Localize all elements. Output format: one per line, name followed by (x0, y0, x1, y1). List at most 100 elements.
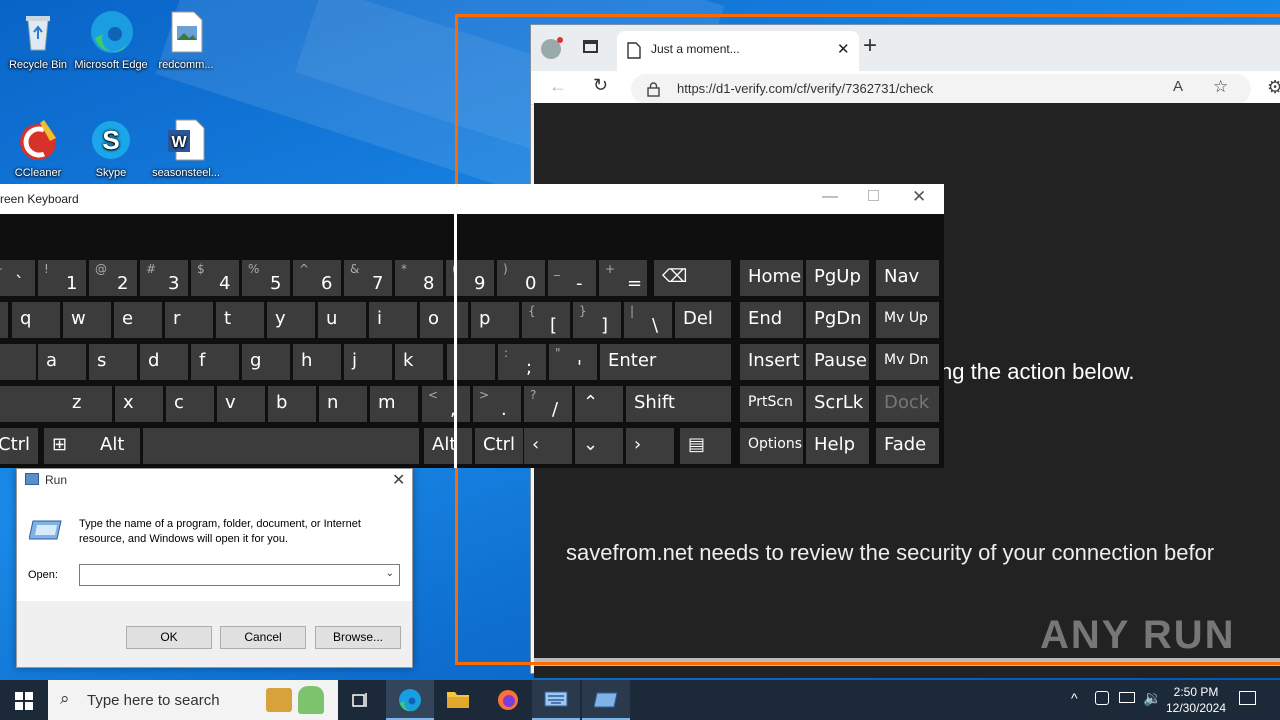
key-u[interactable]: u (318, 302, 366, 338)
key-m[interactable]: m (370, 386, 418, 422)
cancel-button[interactable]: Cancel (220, 626, 306, 649)
maximize-icon[interactable] (868, 190, 879, 201)
key-y[interactable]: y (267, 302, 315, 338)
close-icon[interactable]: ✕ (912, 187, 926, 207)
key-windows[interactable]: ⊞ (44, 428, 92, 464)
key-menu[interactable]: ▤ (680, 428, 731, 464)
key-;[interactable]: :; (498, 344, 546, 380)
task-view-button[interactable] (337, 680, 385, 720)
security-center-icon[interactable] (1095, 691, 1109, 705)
key-g[interactable]: g (242, 344, 290, 380)
show-hidden-icons-icon[interactable]: ^ (1071, 690, 1078, 706)
key-ctrl-left[interactable]: Ctrl (0, 428, 38, 464)
key-down-arrow[interactable]: ⌄ (575, 428, 623, 464)
open-combobox[interactable]: ⌄ (79, 564, 400, 586)
taskbar-osk-button[interactable] (532, 680, 580, 720)
key-2[interactable]: @2 (89, 260, 137, 296)
key-.[interactable]: >. (473, 386, 521, 422)
key-7[interactable]: & 7 (344, 260, 392, 296)
taskbar-firefox-button[interactable] (484, 680, 532, 720)
key-][interactable]: }] (573, 302, 621, 338)
key-backspace[interactable]: ⌫ (654, 260, 731, 296)
key-0[interactable]: ) 0 (497, 260, 545, 296)
key-i[interactable]: i (369, 302, 417, 338)
key-d[interactable]: d (140, 344, 188, 380)
key-pgdn[interactable]: PgDn (806, 302, 869, 338)
taskbar-edge-button[interactable] (386, 680, 434, 720)
key-a[interactable]: a (38, 344, 86, 380)
ok-button[interactable]: OK (126, 626, 212, 649)
key-b[interactable]: b (268, 386, 316, 422)
key-caps[interactable] (0, 344, 36, 380)
key-insert[interactable]: Insert (740, 344, 803, 380)
minimize-icon[interactable]: — (822, 188, 838, 206)
key-/[interactable]: ? / (524, 386, 572, 422)
key--[interactable]: _ - (548, 260, 596, 296)
desktop-icon-redcomm[interactable]: redcomm... (148, 8, 224, 72)
clock[interactable]: 2:50 PM 12/30/2024 (1164, 684, 1228, 716)
key-s[interactable]: s (89, 344, 137, 380)
taskbar-run-button[interactable] (582, 680, 630, 720)
browse-button[interactable]: Browse... (315, 626, 401, 649)
key-`[interactable]: ~` (0, 260, 35, 296)
volume-icon[interactable]: 🔉 (1143, 689, 1162, 707)
desktop-icon-seasonsteel[interactable]: W seasonsteel... (148, 116, 224, 180)
key-prtscn[interactable]: PrtScn (740, 386, 803, 422)
key-pgup[interactable]: PgUp (806, 260, 869, 296)
key-c[interactable]: c (166, 386, 214, 422)
desktop-icon-edge[interactable]: Microsoft Edge (73, 8, 149, 72)
key-r[interactable]: r (165, 302, 213, 338)
key-scrlk[interactable]: ScrLk (806, 386, 869, 422)
key-k[interactable]: k (395, 344, 443, 380)
key-home[interactable]: Home (740, 260, 803, 296)
key-\[interactable]: | \ (624, 302, 672, 338)
desktop-icon-ccleaner[interactable]: CCleaner (0, 116, 76, 180)
key-fade[interactable]: Fade (876, 428, 939, 464)
key-6[interactable]: ^ 6 (293, 260, 341, 296)
key-o[interactable]: o (420, 302, 468, 338)
key-h[interactable]: h (293, 344, 341, 380)
key-t[interactable]: t (216, 302, 264, 338)
key-tab[interactable] (0, 302, 8, 338)
key-shift-left[interactable] (0, 386, 65, 422)
key-5[interactable]: % 5 (242, 260, 290, 296)
key-up-arrow[interactable]: ⌃ (575, 386, 623, 422)
key-'[interactable]: " ' (549, 344, 597, 380)
key-z[interactable]: z (64, 386, 112, 422)
key-mvdn[interactable]: Mv Dn (876, 344, 939, 380)
taskbar-search-box[interactable]: ⌕ Type here to search (48, 680, 338, 720)
key-alt-left[interactable]: Alt (92, 428, 140, 464)
key-alt-right[interactable]: Alt (424, 428, 472, 464)
key-1[interactable]: ! 1 (38, 260, 86, 296)
start-button[interactable] (0, 680, 48, 720)
notifications-icon[interactable] (1239, 691, 1256, 705)
key-v[interactable]: v (217, 386, 265, 422)
network-icon[interactable] (1119, 692, 1135, 703)
key-delete[interactable]: Del (675, 302, 731, 338)
key-shift-right[interactable]: Shift (626, 386, 731, 422)
key-[[interactable]: {[ (522, 302, 570, 338)
key-4[interactable]: $4 (191, 260, 239, 296)
key-e[interactable]: e (114, 302, 162, 338)
close-icon[interactable]: ✕ (392, 470, 405, 490)
key-help[interactable]: Help (806, 428, 869, 464)
key-options[interactable]: Options (740, 428, 803, 464)
key-p[interactable]: p (471, 302, 519, 338)
desktop-icon-recycle-bin[interactable]: Recycle Bin (0, 8, 76, 72)
key-dock[interactable]: Dock (876, 386, 939, 422)
key-nav[interactable]: Nav (876, 260, 939, 296)
key-pause[interactable]: Pause (806, 344, 869, 380)
key-ctrl-right[interactable]: Ctrl (475, 428, 523, 464)
key-mvup[interactable]: Mv Up (876, 302, 939, 338)
desktop-icon-skype[interactable]: S Skype (73, 116, 149, 180)
key-enter[interactable]: Enter (600, 344, 731, 380)
key-space[interactable] (143, 428, 419, 464)
key-q[interactable]: q (12, 302, 60, 338)
taskbar-file-explorer-button[interactable] (434, 680, 482, 720)
key-=[interactable]: + = (599, 260, 647, 296)
key-j[interactable]: j (344, 344, 392, 380)
key-end[interactable]: End (740, 302, 803, 338)
key-3[interactable]: #3 (140, 260, 188, 296)
key-right-arrow[interactable]: › (626, 428, 674, 464)
chevron-down-icon[interactable]: ⌄ (386, 568, 394, 579)
